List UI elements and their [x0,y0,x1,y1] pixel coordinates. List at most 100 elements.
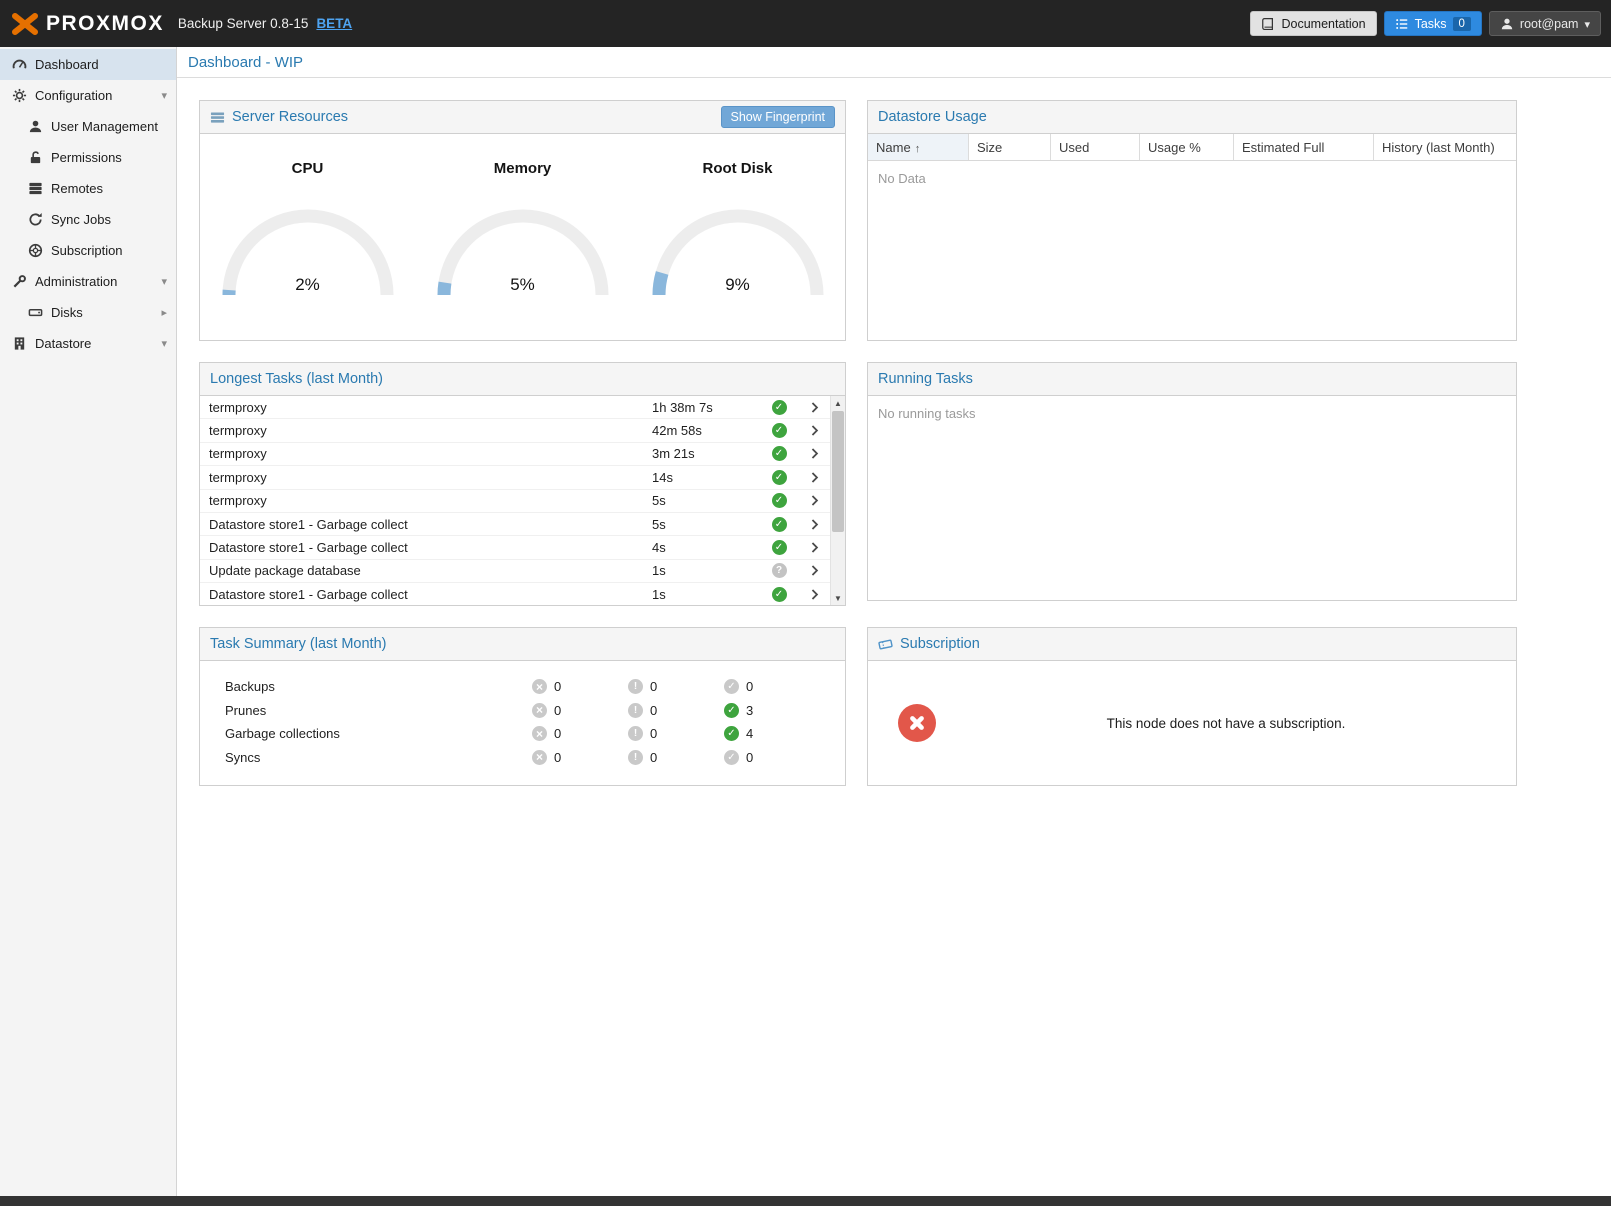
beta-link[interactable]: BETA [316,16,352,31]
running-tasks-header: Running Tasks [868,363,1516,396]
column-header-history[interactable]: History (last Month) [1374,134,1516,160]
warning-count: 0 [650,703,657,718]
task-row[interactable]: Datastore store1 - Garbage collect 5s [200,513,830,536]
chevron-right-icon[interactable] [798,518,830,531]
task-duration: 1s [652,587,760,602]
sidebar-item-label: User Management [51,119,158,134]
task-duration: 5s [652,493,760,508]
scrollbar-thumb[interactable] [832,411,844,532]
datastore-usage-panel: Datastore Usage Name Size Used Usage % E… [867,100,1517,341]
sidebar-item-datastore[interactable]: Datastore [0,328,176,359]
task-duration: 1h 38m 7s [652,400,760,415]
longest-tasks-title: Longest Tasks (last Month) [210,371,383,387]
task-row[interactable]: termproxy 42m 58s [200,419,830,442]
resources-icon [210,110,225,125]
server-icon [28,181,43,196]
error-count: 0 [554,750,561,765]
documentation-button[interactable]: Documentation [1250,11,1376,36]
column-header-name[interactable]: Name [868,134,969,160]
task-row[interactable]: Datastore store1 - Garbage collect 4s [200,536,830,559]
task-name: termproxy [200,446,652,461]
warning-count: 0 [650,750,657,765]
summary-label: Backups [200,679,532,694]
task-row[interactable]: termproxy 3m 21s [200,443,830,466]
task-name: termproxy [200,400,652,415]
chevron-right-icon[interactable] [798,541,830,554]
subscription-message: This node does not have a subscription. [936,716,1516,731]
chevron-right-icon[interactable] [798,588,830,601]
support-icon [28,243,43,258]
ok-count: 0 [746,679,753,694]
show-fingerprint-button[interactable]: Show Fingerprint [721,106,836,128]
warning-icon [628,726,643,741]
sidebar-item-dashboard[interactable]: Dashboard [0,49,176,80]
tools-icon [12,274,27,289]
chevron-right-icon[interactable] [798,564,830,577]
column-header-estimated-full[interactable]: Estimated Full [1234,134,1374,160]
subscription-header: Subscription [868,628,1516,661]
tasks-button[interactable]: Tasks 0 [1384,11,1482,36]
datastore-usage-title: Datastore Usage [878,109,987,125]
status-ok-icon [772,587,787,602]
task-summary-row-prunes[interactable]: Prunes 0 0 3 [200,699,845,723]
gauge-label: CPU [200,160,415,177]
task-row[interactable]: termproxy 5s [200,490,830,513]
chevron-right-icon[interactable] [798,447,830,460]
page-title: Dashboard - WIP [177,47,1611,78]
column-header-usage[interactable]: Usage % [1140,134,1234,160]
error-count: 0 [554,679,561,694]
ok-count: 0 [746,750,753,765]
column-header-used[interactable]: Used [1051,134,1140,160]
task-summary-row-backups[interactable]: Backups 0 0 0 [200,675,845,699]
sidebar-item-subscription[interactable]: Subscription [0,235,176,266]
task-summary-row-garbage-collections[interactable]: Garbage collections 0 0 4 [200,722,845,746]
gauge-value: 9% [645,275,831,295]
task-list-icon [1395,17,1409,31]
subscription-panel: Subscription This node does not have a s… [867,627,1517,786]
column-header-size[interactable]: Size [969,134,1051,160]
task-row[interactable]: termproxy 14s [200,466,830,489]
warning-icon [628,679,643,694]
task-summary-row-syncs[interactable]: Syncs 0 0 0 [200,746,845,770]
chevron-right-icon[interactable] [798,471,830,484]
bottom-bar [0,1196,1611,1206]
summary-label: Syncs [200,750,532,765]
running-tasks-panel: Running Tasks No running tasks [867,362,1517,601]
gauge-value: 5% [430,275,616,295]
chevron-right-icon[interactable] [798,401,830,414]
summary-label: Prunes [200,703,532,718]
error-icon [532,726,547,741]
topbar: PROXMOX Backup Server 0.8-15 BETA Docume… [0,0,1611,47]
task-row[interactable]: termproxy 1h 38m 7s [200,396,830,419]
scroll-down-icon[interactable] [831,591,845,605]
error-icon [532,750,547,765]
chevron-right-icon[interactable] [798,494,830,507]
task-duration: 3m 21s [652,446,760,461]
task-row[interactable]: Datastore store1 - Garbage collect 1s [200,583,830,605]
sidebar-item-permissions[interactable]: Permissions [0,142,176,173]
user-icon [28,119,43,134]
ok-icon [724,726,739,741]
scrollbar[interactable] [830,396,845,605]
product-version: Backup Server 0.8-15 [178,16,309,31]
no-data-text: No Data [868,161,1516,196]
user-menu-button[interactable]: root@pam [1489,11,1601,36]
chevron-right-icon[interactable] [798,424,830,437]
sidebar-item-sync-jobs[interactable]: Sync Jobs [0,204,176,235]
sidebar-item-disks[interactable]: Disks [0,297,176,328]
sidebar-item-administration[interactable]: Administration [0,266,176,297]
ok-icon [724,750,739,765]
task-duration: 1s [652,563,760,578]
sidebar-item-user-management[interactable]: User Management [0,111,176,142]
cpu-gauge: CPU 2% [200,160,415,299]
sidebar-item-remotes[interactable]: Remotes [0,173,176,204]
task-summary-panel: Task Summary (last Month) Backups 0 0 0 … [199,627,846,786]
task-name: termproxy [200,493,652,508]
server-resources-title: Server Resources [232,109,348,125]
task-row[interactable]: Update package database 1s [200,560,830,583]
sidebar-item-configuration[interactable]: Configuration [0,80,176,111]
tasks-label: Tasks [1415,17,1447,31]
scroll-up-icon[interactable] [831,396,845,410]
status-ok-icon [772,517,787,532]
gauge-label: Root Disk [630,160,845,177]
